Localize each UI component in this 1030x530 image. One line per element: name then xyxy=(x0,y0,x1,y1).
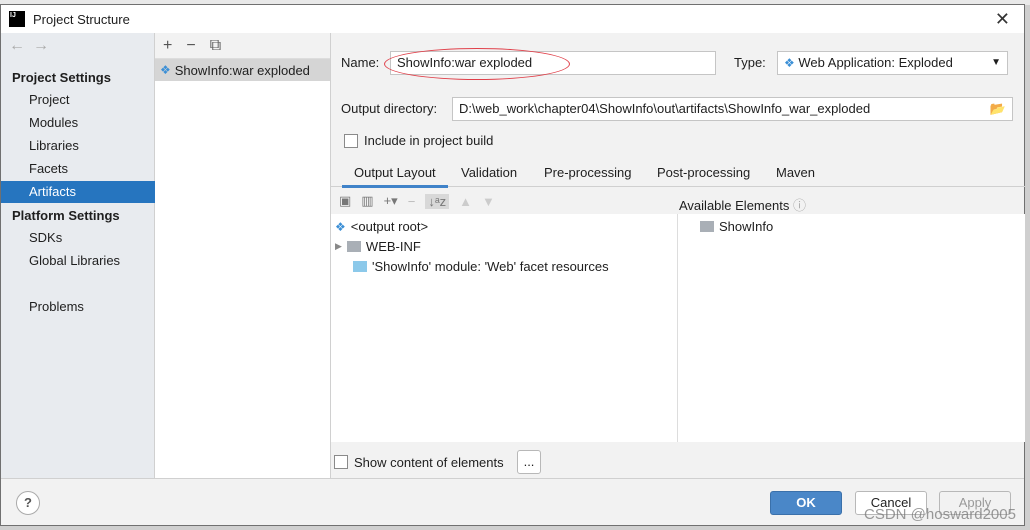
help-button[interactable]: ? xyxy=(16,491,40,515)
available-elements-title: Available Elements ⓘ xyxy=(679,198,806,213)
output-directory-input[interactable]: D:\web_work\chapter04\ShowInfo\out\artif… xyxy=(452,97,1013,121)
create-archive-icon[interactable]: ▥ xyxy=(361,193,373,209)
sidebar-item-sdks[interactable]: SDKs xyxy=(1,227,155,249)
show-content-checkbox[interactable] xyxy=(334,455,348,469)
remove-icon[interactable]: − xyxy=(186,37,195,55)
tab-maven[interactable]: Maven xyxy=(776,165,815,180)
artifact-settings: Name: ShowInfo:war exploded Type: ❖ Web … xyxy=(331,33,1025,478)
expand-arrow-icon[interactable]: ▶ xyxy=(335,241,342,252)
web-artifact-icon: ❖ xyxy=(335,219,346,234)
chevron-down-icon: ▼ xyxy=(991,57,1001,68)
project-structure-dialog: IJ Project Structure ✕ ←→ Project Settin… xyxy=(0,4,1025,526)
output-layout-tree: ❖ <output root> ▶ WEB-INF 'ShowInfo' modul… xyxy=(331,214,678,442)
copy-icon[interactable]: ⧉ xyxy=(210,37,221,55)
move-down-icon[interactable]: ▼ xyxy=(482,194,495,209)
platform-settings-header: Platform Settings xyxy=(12,208,120,223)
module-folder-icon xyxy=(700,221,714,232)
output-directory-label: Output directory: xyxy=(341,101,438,116)
move-up-icon[interactable]: ▲ xyxy=(459,194,472,209)
web-artifact-icon: ❖ xyxy=(160,63,171,77)
folder-browse-icon[interactable]: 📂 xyxy=(990,98,1006,120)
help-icon[interactable]: ⓘ xyxy=(793,198,806,213)
output-directory-value: D:\web_work\chapter04\ShowInfo\out\artif… xyxy=(459,101,871,116)
web-resources-icon xyxy=(353,261,367,272)
sidebar-item-libraries[interactable]: Libraries xyxy=(1,135,155,157)
artifact-toolbar: + − ⧉ xyxy=(155,33,330,59)
artifact-item[interactable]: ❖ ShowInfo:war exploded xyxy=(155,59,330,81)
sidebar-item-problems[interactable]: Problems xyxy=(1,296,155,318)
watermark: CSDN @hosward2005 xyxy=(864,506,1016,523)
back-forward-icons[interactable]: ←→ xyxy=(9,37,57,55)
window-title: Project Structure xyxy=(33,11,130,27)
tree-item-output-root[interactable]: ❖ <output root> xyxy=(335,219,428,234)
sidebar-item-modules[interactable]: Modules xyxy=(1,112,155,134)
tab-post-processing[interactable]: Post-processing xyxy=(657,165,750,180)
tree-item-facet-resources[interactable]: 'ShowInfo' module: 'Web' facet resources xyxy=(353,259,609,274)
remove-icon[interactable]: − xyxy=(408,194,416,209)
artifact-list-panel: + − ⧉ ❖ ShowInfo:war exploded xyxy=(155,33,331,478)
type-select[interactable]: ❖ Web Application: Exploded ▼ xyxy=(777,51,1008,75)
sidebar-item-artifacts[interactable]: Artifacts xyxy=(1,181,155,203)
sidebar: ←→ Project Settings Project Modules Libr… xyxy=(1,33,155,478)
type-label: Type: xyxy=(734,55,766,70)
available-elements-tree: ShowInfo xyxy=(678,214,1025,442)
include-in-build-checkbox[interactable] xyxy=(344,134,358,148)
add-icon[interactable]: + xyxy=(163,37,172,55)
sort-icon[interactable]: ↓ᵃz xyxy=(425,193,450,209)
add-copy-icon[interactable]: +▾ xyxy=(384,193,398,209)
sidebar-item-project[interactable]: Project xyxy=(1,89,155,111)
sidebar-item-facets[interactable]: Facets xyxy=(1,158,155,180)
tab-output-layout[interactable]: Output Layout xyxy=(342,165,448,188)
tree-item-web-inf[interactable]: ▶ WEB-INF xyxy=(335,239,421,254)
tab-bar: Output Layout Validation Pre-processing … xyxy=(331,159,1025,188)
ellipsis-button[interactable]: ... xyxy=(517,450,541,474)
artifact-label: ShowInfo:war exploded xyxy=(174,62,310,78)
new-directory-icon[interactable]: ▣ xyxy=(339,193,351,209)
include-in-build-label: Include in project build xyxy=(364,133,494,148)
tab-validation[interactable]: Validation xyxy=(461,165,517,180)
ok-button[interactable]: OK xyxy=(770,491,842,515)
highlight-ellipse xyxy=(384,48,570,80)
web-artifact-icon: ❖ xyxy=(784,56,795,70)
project-settings-header: Project Settings xyxy=(12,70,111,85)
show-content-label: Show content of elements xyxy=(354,455,504,470)
tab-pre-processing[interactable]: Pre-processing xyxy=(544,165,631,180)
layout-toolbar: ▣ ▥ +▾ − ↓ᵃz ▲ ▼ xyxy=(331,188,678,214)
sidebar-item-global-libraries[interactable]: Global Libraries xyxy=(1,250,155,272)
intellij-logo-icon: IJ xyxy=(9,11,25,27)
close-icon[interactable]: ✕ xyxy=(995,9,1010,30)
available-item-showinfo[interactable]: ShowInfo xyxy=(700,219,773,234)
folder-icon xyxy=(346,241,361,252)
name-label: Name: xyxy=(341,55,380,70)
type-value: Web Application: Exploded xyxy=(798,55,953,70)
title-bar: IJ Project Structure ✕ xyxy=(1,5,1024,33)
